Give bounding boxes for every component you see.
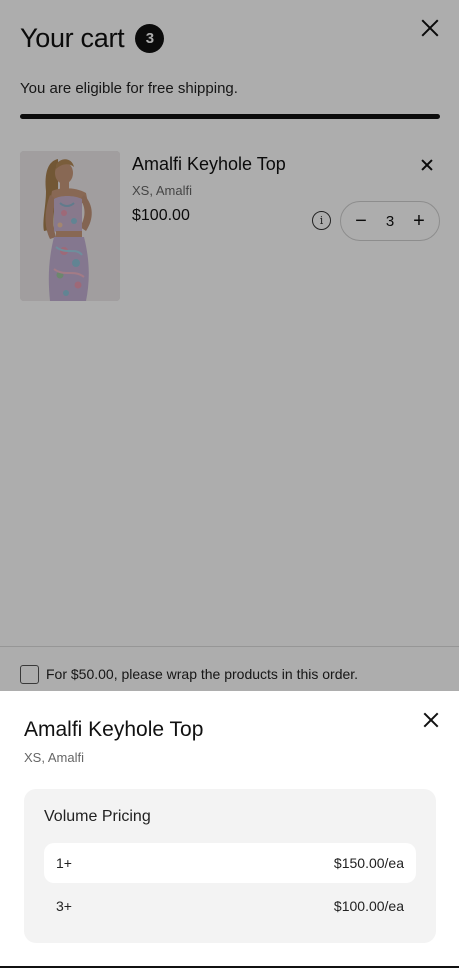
sheet-close-icon[interactable] [422, 711, 440, 729]
pricing-tier-qty: 3+ [56, 898, 72, 914]
modal-backdrop[interactable] [0, 0, 459, 691]
sheet-product-variant: XS, Amalfi [24, 750, 84, 765]
volume-pricing-heading: Volume Pricing [44, 808, 151, 825]
volume-pricing-sheet: Amalfi Keyhole Top XS, Amalfi Volume Pri… [0, 691, 459, 968]
pricing-tier-price: $100.00/ea [333, 898, 404, 914]
pricing-tier-price: $150.00/ea [333, 855, 404, 871]
pricing-tier-qty: 1+ [56, 855, 72, 871]
pricing-tier-row: 1+ $150.00/ea [44, 843, 416, 883]
volume-pricing-card: Volume Pricing 1+ $150.00/ea 3+ $100.00/… [24, 789, 436, 943]
sheet-product-title: Amalfi Keyhole Top [24, 718, 204, 741]
pricing-tier-row: 3+ $100.00/ea [44, 886, 416, 926]
